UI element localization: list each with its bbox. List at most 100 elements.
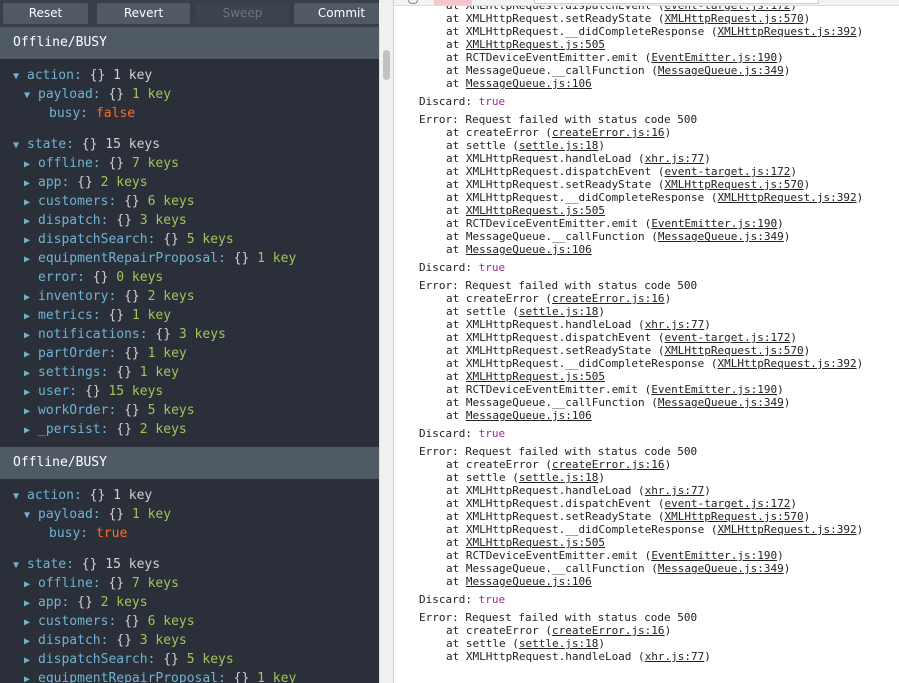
expand-arrow-icon[interactable]: ▼ bbox=[24, 506, 38, 525]
stack-frame-link[interactable]: xhr.js:77 bbox=[645, 650, 705, 663]
log-scrollbar-thumb[interactable] bbox=[383, 50, 390, 80]
stack-frame-link[interactable]: XMLHttpRequest.js:392 bbox=[718, 523, 857, 536]
action-log[interactable]: Offline/BUSY ▼ action: {} 1 key ▼ payload: {… bbox=[0, 27, 379, 683]
stack-frame-link[interactable]: createError.js:16 bbox=[552, 126, 665, 139]
stack-frame-link[interactable]: event-target.js:172 bbox=[665, 497, 791, 510]
expand-arrow-icon[interactable]: ▶ bbox=[24, 288, 38, 307]
stack-frame-link[interactable]: XMLHttpRequest.js:392 bbox=[718, 357, 857, 370]
expand-arrow-icon[interactable]: ▶ bbox=[24, 402, 38, 421]
state-item[interactable]: error: {} 0 keys bbox=[0, 268, 379, 287]
state-item[interactable]: ▶ inventory: {} 2 keys bbox=[0, 287, 379, 306]
stack-frame-link[interactable]: MessageQueue.js:106 bbox=[466, 243, 592, 256]
clear-console-icon[interactable] bbox=[408, 0, 418, 4]
payload-node[interactable]: ▼ payload: {} 1 key bbox=[0, 505, 379, 524]
expand-arrow-icon[interactable]: ▶ bbox=[24, 326, 38, 345]
stack-frame-link[interactable]: settle.js:18 bbox=[519, 637, 598, 650]
expand-arrow-icon[interactable]: ▶ bbox=[24, 421, 38, 440]
stack-frame-link[interactable]: MessageQueue.js:349 bbox=[658, 396, 784, 409]
expand-arrow-icon[interactable]: ▼ bbox=[13, 67, 27, 86]
stack-frame-link[interactable]: MessageQueue.js:349 bbox=[658, 562, 784, 575]
stack-frame-link[interactable]: settle.js:18 bbox=[519, 139, 598, 152]
stack-frame-link[interactable]: settle.js:18 bbox=[519, 471, 598, 484]
state-node[interactable]: ▼ state: {} 15 keys bbox=[0, 555, 379, 574]
expand-arrow-icon[interactable]: ▶ bbox=[24, 155, 38, 174]
stack-frame-link[interactable]: createError.js:16 bbox=[552, 458, 665, 471]
state-item[interactable]: ▶ _persist: {} 2 keys bbox=[0, 420, 379, 439]
state-item[interactable]: ▶ dispatch: {} 3 keys bbox=[0, 211, 379, 230]
stack-frame-link[interactable]: event-target.js:172 bbox=[665, 165, 791, 178]
stack-frame-link[interactable]: XMLHttpRequest.js:505 bbox=[466, 536, 605, 549]
error-filter-badge[interactable] bbox=[434, 0, 472, 5]
stack-frame-link[interactable]: MessageQueue.js:106 bbox=[466, 575, 592, 588]
stack-frame-link[interactable]: XMLHttpRequest.js:505 bbox=[466, 370, 605, 383]
state-item[interactable]: ▶ app: {} 2 keys bbox=[0, 593, 379, 612]
expand-arrow-icon[interactable]: ▶ bbox=[24, 345, 38, 364]
stack-frame-link[interactable]: xhr.js:77 bbox=[645, 318, 705, 331]
expand-arrow-icon[interactable]: ▼ bbox=[24, 86, 38, 105]
action-entry-title[interactable]: Offline/BUSY bbox=[0, 27, 379, 59]
state-item[interactable]: ▶ partOrder: {} 1 key bbox=[0, 344, 379, 363]
stack-frame-link[interactable]: createError.js:16 bbox=[552, 292, 665, 305]
expand-arrow-icon[interactable]: ▶ bbox=[24, 383, 38, 402]
stack-frame-link[interactable]: XMLHttpRequest.js:392 bbox=[718, 25, 857, 38]
stack-frame-link[interactable]: createError.js:16 bbox=[552, 624, 665, 637]
reset-button[interactable]: Reset bbox=[3, 3, 88, 24]
log-scrollbar[interactable] bbox=[379, 27, 393, 683]
expand-arrow-icon[interactable]: ▶ bbox=[24, 193, 38, 212]
expand-arrow-icon[interactable]: ▼ bbox=[13, 136, 27, 155]
state-item[interactable]: ▶ customers: {} 6 keys bbox=[0, 612, 379, 631]
action-node[interactable]: ▼ action: {} 1 key bbox=[0, 66, 379, 85]
expand-arrow-icon[interactable]: ▶ bbox=[24, 670, 38, 683]
state-item[interactable]: ▶ customers: {} 6 keys bbox=[0, 192, 379, 211]
state-item[interactable]: ▶ dispatchSearch: {} 5 keys bbox=[0, 230, 379, 249]
stack-frame-link[interactable]: MessageQueue.js:106 bbox=[466, 77, 592, 90]
commit-button[interactable]: Commit bbox=[294, 3, 379, 24]
expand-arrow-icon[interactable]: ▶ bbox=[24, 364, 38, 383]
stack-frame-link[interactable]: xhr.js:77 bbox=[645, 152, 705, 165]
stack-frame-link[interactable]: XMLHttpRequest.js:505 bbox=[466, 38, 605, 51]
stack-frame-link[interactable]: XMLHttpRequest.js:570 bbox=[665, 510, 804, 523]
console-filter-input[interactable] bbox=[534, 0, 819, 4]
stack-frame-link[interactable]: MessageQueue.js:349 bbox=[658, 230, 784, 243]
stack-frame-link[interactable]: MessageQueue.js:106 bbox=[466, 409, 592, 422]
expand-arrow-icon[interactable]: ▼ bbox=[13, 487, 27, 506]
expand-arrow-icon[interactable]: ▶ bbox=[24, 594, 38, 613]
stack-frame-link[interactable]: XMLHttpRequest.js:505 bbox=[466, 204, 605, 217]
action-node[interactable]: ▼ action: {} 1 key bbox=[0, 486, 379, 505]
stack-frame-link[interactable]: EventEmitter.js:190 bbox=[651, 549, 777, 562]
expand-arrow-icon[interactable]: ▼ bbox=[13, 556, 27, 575]
state-item[interactable]: ▶ user: {} 15 keys bbox=[0, 382, 379, 401]
state-item[interactable]: ▶ offline: {} 7 keys bbox=[0, 154, 379, 173]
expand-arrow-icon[interactable]: ▶ bbox=[24, 632, 38, 651]
stack-frame-link[interactable]: XMLHttpRequest.js:570 bbox=[665, 344, 804, 357]
state-item[interactable]: ▶ app: {} 2 keys bbox=[0, 173, 379, 192]
state-item[interactable]: ▶ offline: {} 7 keys bbox=[0, 574, 379, 593]
stack-frame-link[interactable]: EventEmitter.js:190 bbox=[651, 217, 777, 230]
stack-frame-link[interactable]: XMLHttpRequest.js:570 bbox=[665, 12, 804, 25]
expand-arrow-icon[interactable]: ▶ bbox=[24, 575, 38, 594]
expand-arrow-icon[interactable]: ▶ bbox=[24, 307, 38, 326]
state-item[interactable]: ▶ dispatchSearch: {} 5 keys bbox=[0, 650, 379, 669]
state-item[interactable]: ▶ dispatch: {} 3 keys bbox=[0, 631, 379, 650]
state-item[interactable]: ▶ metrics: {} 1 key bbox=[0, 306, 379, 325]
revert-button[interactable]: Revert bbox=[97, 3, 190, 24]
stack-frame-link[interactable]: xhr.js:77 bbox=[645, 484, 705, 497]
stack-frame-link[interactable]: MessageQueue.js:349 bbox=[658, 64, 784, 77]
state-item[interactable]: ▶ settings: {} 1 key bbox=[0, 363, 379, 382]
expand-arrow-icon[interactable]: ▶ bbox=[24, 212, 38, 231]
stack-frame-link[interactable]: EventEmitter.js:190 bbox=[651, 383, 777, 396]
stack-frame-link[interactable]: event-target.js:172 bbox=[665, 331, 791, 344]
state-item[interactable]: ▶ equipmentRepairProposal: {} 1 key bbox=[0, 669, 379, 683]
stack-frame-link[interactable]: settle.js:18 bbox=[519, 305, 598, 318]
expand-arrow-icon[interactable]: ▶ bbox=[24, 651, 38, 670]
stack-frame-link[interactable]: XMLHttpRequest.js:570 bbox=[665, 178, 804, 191]
payload-node[interactable]: ▼ payload: {} 1 key bbox=[0, 85, 379, 104]
expand-arrow-icon[interactable]: ▶ bbox=[24, 613, 38, 632]
state-item[interactable]: ▶ workOrder: {} 5 keys bbox=[0, 401, 379, 420]
state-node[interactable]: ▼ state: {} 15 keys bbox=[0, 135, 379, 154]
expand-arrow-icon[interactable]: ▶ bbox=[24, 174, 38, 193]
expand-arrow-icon[interactable]: ▶ bbox=[24, 250, 38, 269]
state-item[interactable]: ▶ equipmentRepairProposal: {} 1 key bbox=[0, 249, 379, 268]
state-item[interactable]: ▶ notifications: {} 3 keys bbox=[0, 325, 379, 344]
expand-arrow-icon[interactable]: ▶ bbox=[24, 231, 38, 250]
